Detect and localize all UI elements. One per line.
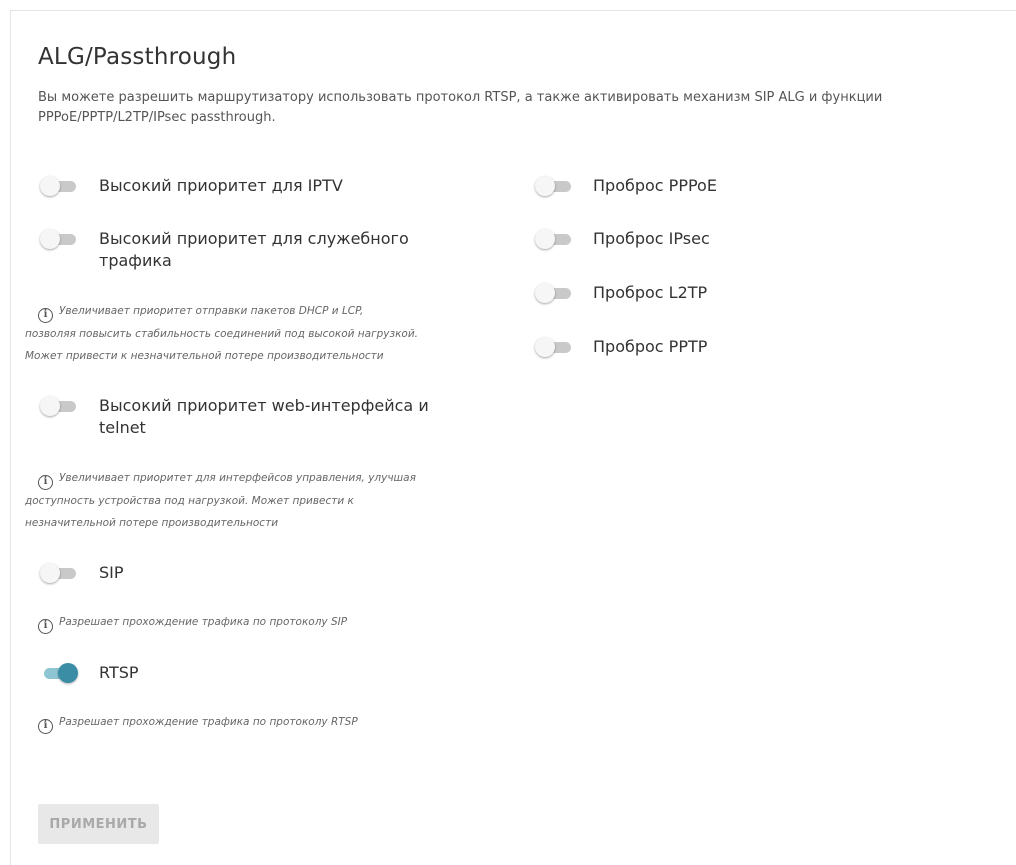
toggle-knob (58, 663, 78, 683)
pppoe-passthrough-toggle[interactable] (535, 176, 573, 196)
service-hint-line3: Может привести к незначительной потере п… (25, 350, 384, 362)
pppoe-passthrough-label: Проброс PPPoE (593, 176, 717, 195)
info-icon: i (38, 475, 53, 490)
web-telnet-hint: i Увеличивает приоритет для интерфейсов у… (25, 467, 416, 534)
pptp-passthrough-label: Проброс PPTP (593, 337, 708, 356)
web-hint-line1: Увеличивает приоритет для интерфейсов уп… (59, 472, 416, 484)
rtsp-hint-text: Разрешает прохождение трафика по протоко… (59, 716, 358, 728)
web-telnet-label-line2: telnet (99, 418, 146, 437)
page-description: Вы можете разрешить маршрутизатору испол… (38, 90, 883, 125)
toggle-knob (40, 563, 60, 583)
toggle-knob (40, 176, 60, 196)
toggle-knob (535, 229, 555, 249)
page-title: ALG/Passthrough (38, 44, 237, 70)
web-telnet-priority-label: Высокий приоритет web-интерфейса и telne… (99, 395, 429, 439)
info-icon: i (38, 619, 53, 634)
web-hint-line3: незначительной потере производительности (25, 517, 279, 529)
service-hint-line2: позволяя повысить стабильность соединени… (25, 328, 419, 340)
sip-hint-text: Разрешает прохождение трафика по протоко… (59, 616, 348, 628)
sip-label: SIP (99, 563, 124, 582)
pptp-passthrough-toggle[interactable] (535, 337, 573, 357)
service-traffic-label-line1: Высокий приоритет для служебного (99, 229, 409, 248)
info-icon: i (38, 308, 53, 323)
toggle-knob (535, 176, 555, 196)
web-telnet-priority-toggle[interactable] (40, 396, 78, 416)
toggle-knob (40, 396, 60, 416)
rtsp-hint: i Разрешает прохождение трафика по проток… (38, 711, 358, 734)
service-hint-line1: Увеличивает приоритет отправки пакетов D… (59, 305, 364, 317)
sip-toggle[interactable] (40, 563, 78, 583)
toggle-knob (535, 283, 555, 303)
web-hint-line2: доступность устройства под нагрузкой. Мо… (25, 495, 354, 507)
ipsec-passthrough-label: Проброс IPsec (593, 229, 710, 248)
iptv-priority-label: Высокий приоритет для IPTV (99, 176, 343, 195)
apply-button[interactable]: ПРИМЕНИТЬ (38, 804, 159, 844)
info-icon: i (38, 719, 53, 734)
service-traffic-priority-toggle[interactable] (40, 229, 78, 249)
sip-hint: i Разрешает прохождение трафика по проток… (38, 611, 347, 634)
service-traffic-hint: i Увеличивает приоритет отправки пакетов … (25, 300, 418, 367)
service-traffic-label-line2: трафика (99, 251, 172, 270)
rtsp-toggle[interactable] (40, 663, 78, 683)
service-traffic-priority-label: Высокий приоритет для служебного трафика (99, 228, 409, 272)
toggle-knob (40, 229, 60, 249)
l2tp-passthrough-toggle[interactable] (535, 283, 573, 303)
iptv-priority-toggle[interactable] (40, 176, 78, 196)
rtsp-label: RTSP (99, 663, 139, 682)
toggle-knob (535, 337, 555, 357)
web-telnet-label-line1: Высокий приоритет web-интерфейса и (99, 396, 429, 415)
l2tp-passthrough-label: Проброс L2TP (593, 283, 708, 302)
ipsec-passthrough-toggle[interactable] (535, 229, 573, 249)
